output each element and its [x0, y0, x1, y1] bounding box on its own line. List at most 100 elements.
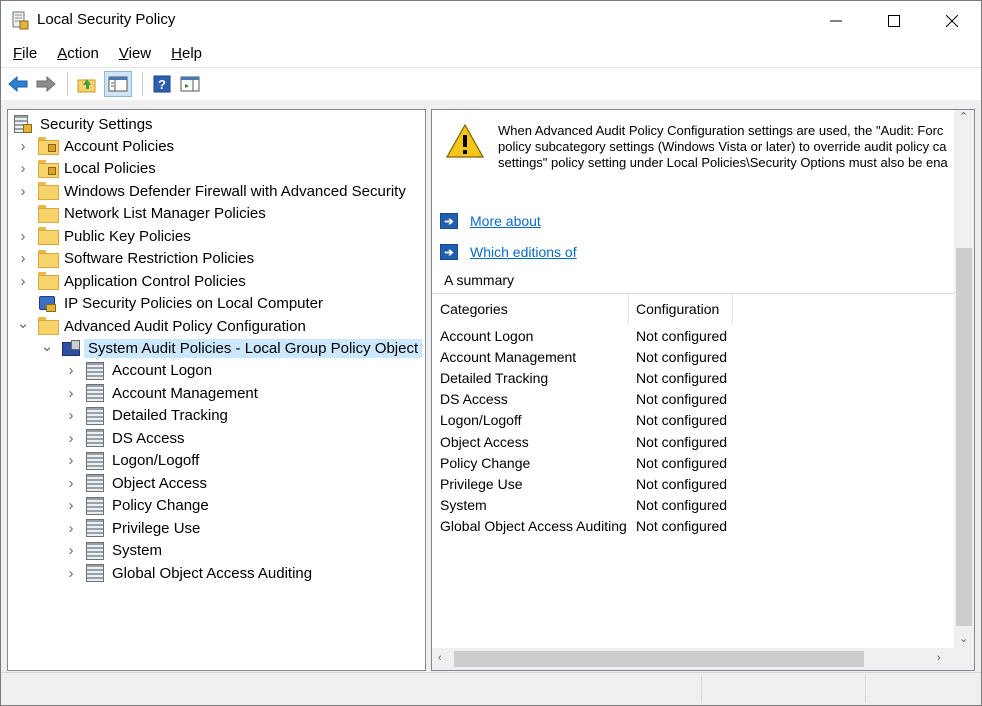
maximize-button[interactable]	[865, 1, 923, 41]
up-one-level-button[interactable]	[76, 73, 98, 95]
tree-item-privilege-use[interactable]: › Privilege Use	[64, 517, 200, 539]
chevron-right-icon[interactable]: ›	[64, 385, 78, 402]
folder-lock-icon	[38, 159, 59, 178]
tree-item-label: Windows Defender Firewall with Advanced …	[64, 182, 406, 200]
chevron-down-icon[interactable]: ⌄	[16, 315, 30, 332]
chevron-right-icon[interactable]: ›	[64, 475, 78, 492]
vertical-scrollbar[interactable]: ⌃ ⌄	[954, 110, 974, 648]
tree-item-system[interactable]: › System	[64, 540, 162, 562]
tree-item-software-restriction-policies[interactable]: › Software Restriction Policies	[16, 248, 254, 270]
chevron-down-icon[interactable]: ⌄	[40, 338, 54, 355]
vertical-scroll-thumb[interactable]	[956, 248, 972, 626]
tree-item-local-policies[interactable]: › Local Policies	[16, 158, 156, 180]
column-header-configuration[interactable]: Configuration	[628, 294, 732, 324]
tree-item-security-settings[interactable]: Security Settings	[14, 113, 153, 135]
tree-item-account-management[interactable]: › Account Management	[64, 382, 258, 404]
audit-policy-object-icon	[62, 339, 82, 358]
category-cell[interactable]: Object Access	[440, 431, 529, 452]
tree-item-advanced-audit-policy-configuration[interactable]: ⌄ Advanced Audit Policy Configuration	[16, 315, 306, 337]
security-policy-app-icon	[12, 11, 29, 30]
chevron-right-icon[interactable]: ›	[16, 273, 30, 290]
forward-button[interactable]	[35, 73, 57, 95]
chevron-right-icon[interactable]: ›	[16, 228, 30, 245]
horizontal-scroll-thumb[interactable]	[454, 651, 864, 667]
menu-file[interactable]: File	[13, 45, 37, 62]
tree-item-ip-security-policies-on-local-computer[interactable]: IP Security Policies on Local Computer	[16, 293, 323, 315]
tree-item-application-control-policies[interactable]: › Application Control Policies	[16, 270, 246, 292]
column-separator[interactable]	[732, 294, 733, 324]
chevron-right-icon[interactable]: ›	[64, 452, 78, 469]
column-header-categories[interactable]: Categories	[432, 294, 628, 324]
tree-item-ds-access[interactable]: › DS Access	[64, 427, 185, 449]
configuration-cell: Not configured	[636, 348, 728, 365]
category-cell[interactable]: Account Logon	[440, 325, 533, 346]
scroll-up-icon[interactable]: ⌃	[959, 110, 968, 123]
scroll-down-icon[interactable]: ⌄	[959, 632, 968, 645]
chevron-right-icon[interactable]: ›	[16, 250, 30, 267]
folder-icon	[38, 249, 59, 268]
tree-item-label: Advanced Audit Policy Configuration	[64, 317, 306, 335]
chevron-right-icon[interactable]: ›	[16, 160, 30, 177]
category-cell[interactable]: Global Object Access Auditing	[440, 516, 627, 537]
category-cell[interactable]: Logon/Logoff	[440, 410, 522, 431]
warning-icon	[446, 124, 484, 158]
minimize-button[interactable]	[807, 1, 865, 41]
chevron-right-icon[interactable]: ›	[64, 407, 78, 424]
which-editions-link[interactable]: Which editions of	[470, 244, 577, 260]
category-cell[interactable]: Privilege Use	[440, 473, 522, 494]
menu-view[interactable]: View	[119, 45, 151, 62]
policy-icon	[86, 361, 106, 380]
help-button[interactable]: ?	[151, 73, 173, 95]
forward-arrow-icon	[36, 76, 56, 92]
configuration-cell: Not configured	[636, 454, 728, 471]
scroll-right-icon[interactable]: ›	[937, 652, 941, 664]
tree-item-policy-change[interactable]: › Policy Change	[64, 495, 209, 517]
tree-item-windows-defender-firewall-with-advanced-security[interactable]: › Windows Defender Firewall with Advanced…	[16, 180, 406, 202]
chevron-right-icon[interactable]: ›	[64, 565, 78, 582]
toolbar: ?	[1, 67, 981, 100]
tree-item-network-list-manager-policies[interactable]: Network List Manager Policies	[16, 203, 266, 225]
horizontal-scrollbar[interactable]: ‹ ›	[432, 648, 954, 670]
close-button[interactable]	[923, 1, 981, 41]
tree-item-system-audit-policies[interactable]: ⌄ System Audit Policies - Local Group Pol…	[40, 338, 423, 360]
tree-item-label: System	[112, 542, 163, 560]
console-tree-pane[interactable]: Security Settings › Account Policies › Local…	[7, 109, 426, 671]
tree-item-account-policies[interactable]: › Account Policies	[16, 135, 174, 157]
scroll-left-icon[interactable]: ‹	[438, 652, 442, 664]
category-cell[interactable]: Policy Change	[440, 452, 530, 473]
tree-item-public-key-policies[interactable]: › Public Key Policies	[16, 225, 191, 247]
security-settings-icon	[14, 115, 34, 133]
ip-security-icon	[38, 295, 58, 313]
chevron-right-icon[interactable]: ›	[16, 138, 30, 155]
category-cell[interactable]: DS Access	[440, 389, 508, 410]
tree-item-global-object-access-auditing[interactable]: › Global Object Access Auditing	[64, 562, 312, 584]
tree-item-account-logon[interactable]: › Account Logon	[64, 360, 212, 382]
chevron-right-icon[interactable]: ›	[64, 430, 78, 447]
show-hide-action-pane-button[interactable]	[179, 73, 201, 95]
chevron-right-icon[interactable]: ›	[64, 497, 78, 514]
menu-help[interactable]: Help	[171, 45, 202, 62]
menu-action[interactable]: Action	[57, 45, 99, 62]
chevron-right-icon[interactable]: ›	[16, 183, 30, 200]
category-list[interactable]: Categories Configuration Account Logon No…	[432, 293, 954, 648]
more-about-link[interactable]: More about	[470, 213, 541, 229]
menu-bar: File Action View Help	[1, 40, 981, 67]
category-cell[interactable]: Account Management	[440, 346, 576, 367]
tree-item-detailed-tracking[interactable]: › Detailed Tracking	[64, 405, 228, 427]
chevron-right-icon[interactable]: ›	[64, 520, 78, 537]
menu-label-rest: elp	[181, 45, 203, 62]
policy-icon	[86, 496, 106, 515]
tree-item-logon-logoff[interactable]: › Logon/Logoff	[64, 450, 199, 472]
chevron-right-icon[interactable]: ›	[64, 362, 78, 379]
category-cell[interactable]: Detailed Tracking	[440, 367, 548, 388]
configuration-cell: Not configured	[636, 518, 728, 535]
policy-icon	[86, 429, 106, 448]
back-button[interactable]	[7, 73, 29, 95]
svg-text:?: ?	[158, 77, 166, 92]
folder-icon	[38, 204, 59, 223]
category-cell[interactable]: System	[440, 495, 487, 516]
show-hide-console-tree-button[interactable]	[104, 71, 132, 97]
chevron-right-icon[interactable]: ›	[64, 542, 78, 559]
tree-item-label: Account Management	[112, 384, 258, 402]
tree-item-object-access[interactable]: › Object Access	[64, 472, 207, 494]
